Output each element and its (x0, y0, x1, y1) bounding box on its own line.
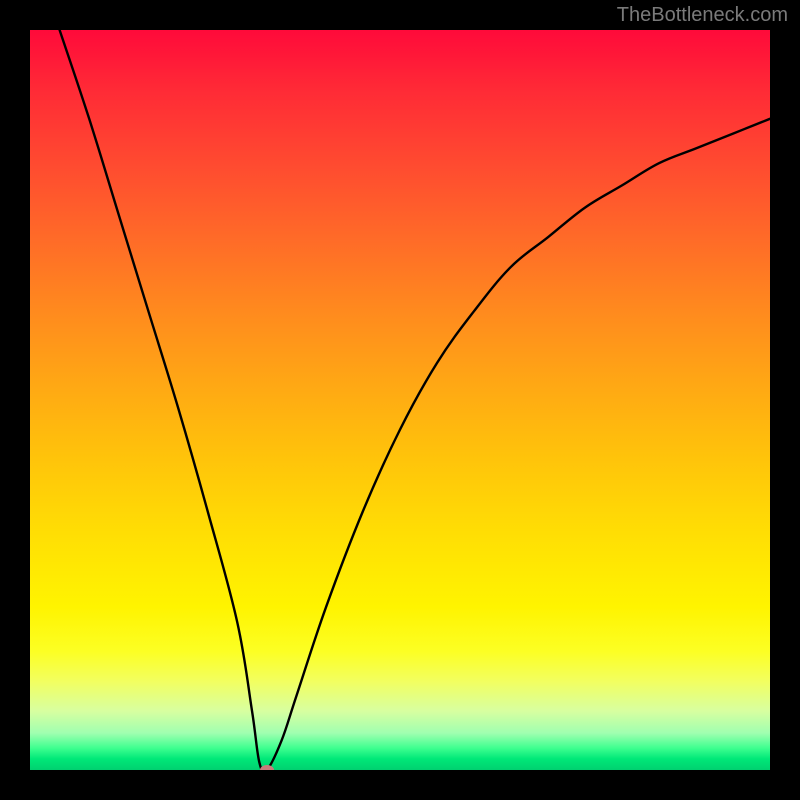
watermark-text: TheBottleneck.com (617, 4, 788, 27)
curve-layer (30, 30, 770, 770)
plot-area (30, 30, 770, 770)
bottleneck-curve (60, 30, 770, 770)
minimum-marker (260, 765, 274, 770)
